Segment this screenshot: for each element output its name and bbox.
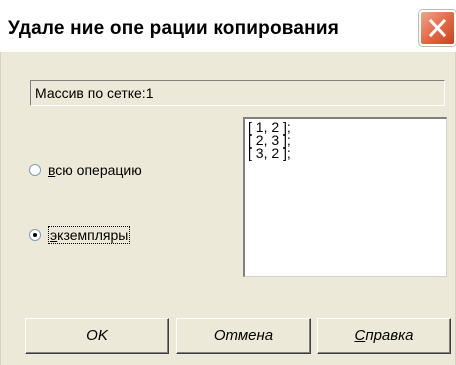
list-item[interactable]: [ 3, 2 ]; [248,146,446,160]
window-title: Удале ние опе рации копирования [8,18,340,39]
title-bar: Удале ние опе рации копирования [0,0,456,52]
delete-copy-operation-dialog: Удале ние опе рации копирования Массив п… [0,0,456,365]
close-button[interactable] [419,10,456,46]
operation-name-field: Массив по сетке:1 [30,80,445,106]
instances-list[interactable]: [ 1, 2 ]; [ 2, 3 ]; [ 3, 2 ]; [243,117,447,277]
radio-whole-operation-label[interactable]: всю операцию [48,162,142,178]
radio-instances-text: кземпляры [57,227,129,243]
help-button[interactable]: Справка [317,318,451,354]
radio-whole-operation-text: сю операцию [55,162,142,178]
ok-button[interactable]: OK [25,318,169,354]
access-key-help: С [354,327,366,344]
radio-instances-label[interactable]: экземпляры [48,226,131,244]
radio-instances[interactable] [29,229,41,241]
cancel-button[interactable]: Отмена [176,318,311,354]
close-icon [429,19,446,37]
focus-rectangle: экземпляры [48,226,131,244]
radio-whole-operation[interactable] [29,164,41,176]
help-button-text: правка [365,327,414,344]
